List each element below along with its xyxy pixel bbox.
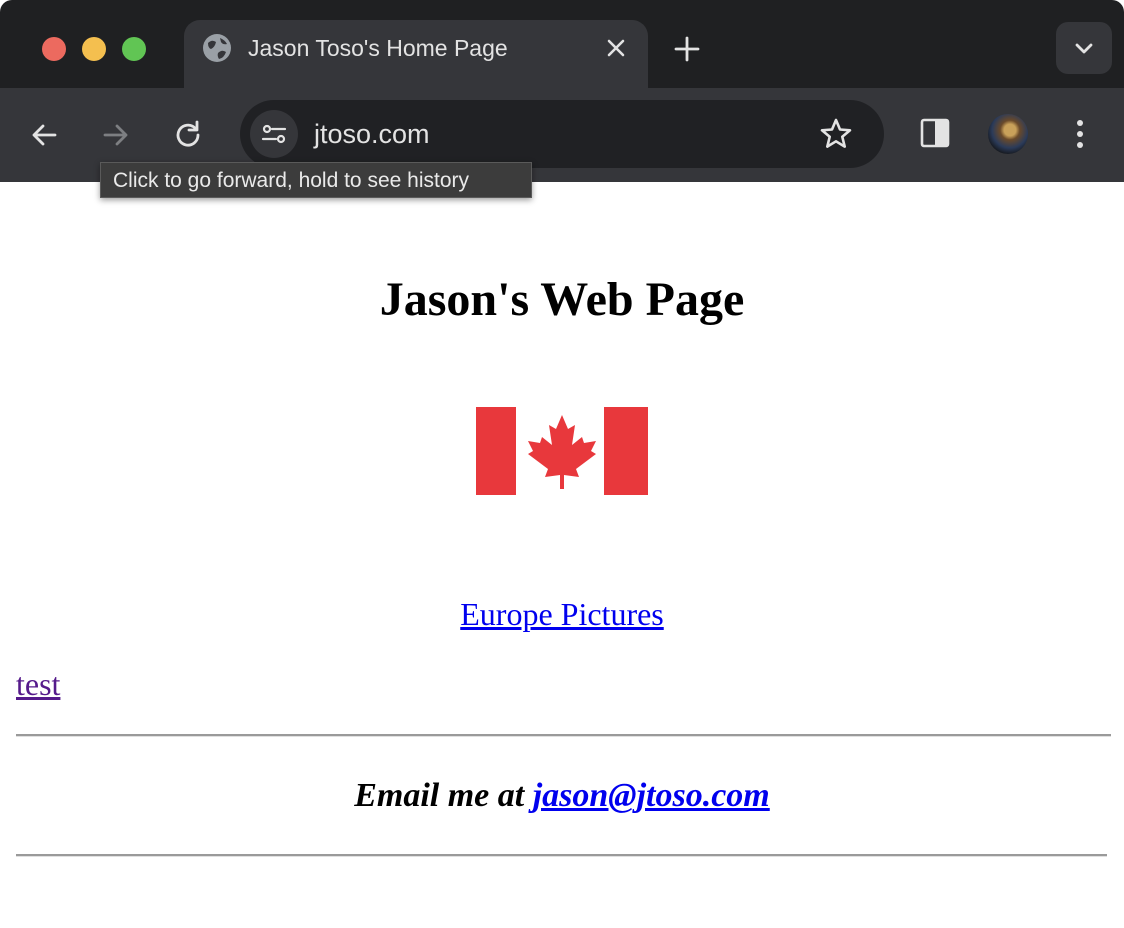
web-page-content: Jason's Web Page Europe Pictures test Em… [0, 182, 1124, 928]
url-text[interactable]: jtoso.com [314, 118, 430, 150]
site-info-button[interactable] [250, 110, 298, 158]
side-panel-icon[interactable] [918, 116, 952, 150]
tab-search-button[interactable] [1056, 22, 1112, 74]
browser-window: Jason Toso's Home Page jtoso.com Click t… [0, 0, 1124, 928]
canada-flag-image [476, 407, 648, 495]
divider-top [16, 734, 1111, 737]
email-link[interactable]: jason@jtoso.com [533, 777, 770, 814]
page-heading: Jason's Web Page [379, 273, 745, 326]
email-line: Email me at jason@jtoso.com [0, 774, 1124, 818]
forward-arrow-icon[interactable] [99, 118, 133, 152]
profile-avatar[interactable] [988, 114, 1028, 154]
bookmark-star-icon[interactable] [818, 116, 854, 152]
tooltip-text: Click to go forward, hold to see history [113, 169, 469, 192]
forward-tooltip: Click to go forward, hold to see history [100, 162, 532, 198]
test-row: test [16, 664, 60, 704]
tab-title: Jason Toso's Home Page [248, 35, 508, 61]
reload-icon[interactable] [171, 118, 205, 152]
maximize-window-button[interactable] [122, 37, 146, 61]
close-tab-icon[interactable] [602, 34, 630, 62]
close-window-button[interactable] [42, 37, 66, 61]
globe-icon [203, 34, 231, 62]
chevron-down-icon [1075, 43, 1093, 54]
minimize-window-button[interactable] [82, 37, 106, 61]
test-link[interactable]: test [16, 666, 60, 702]
tune-icon [261, 124, 287, 144]
back-arrow-icon[interactable] [27, 118, 61, 152]
email-prefix: Email me at [354, 777, 533, 814]
active-tab[interactable]: Jason Toso's Home Page [184, 20, 648, 88]
more-menu-icon[interactable] [1068, 116, 1092, 152]
europe-pictures-row: Europe Pictures [0, 594, 1124, 634]
address-bar[interactable]: jtoso.com [240, 100, 884, 168]
tab-strip: Jason Toso's Home Page [0, 0, 1124, 88]
europe-pictures-link[interactable]: Europe Pictures [460, 596, 664, 632]
new-tab-icon[interactable] [672, 34, 702, 64]
divider-bottom [16, 854, 1107, 857]
